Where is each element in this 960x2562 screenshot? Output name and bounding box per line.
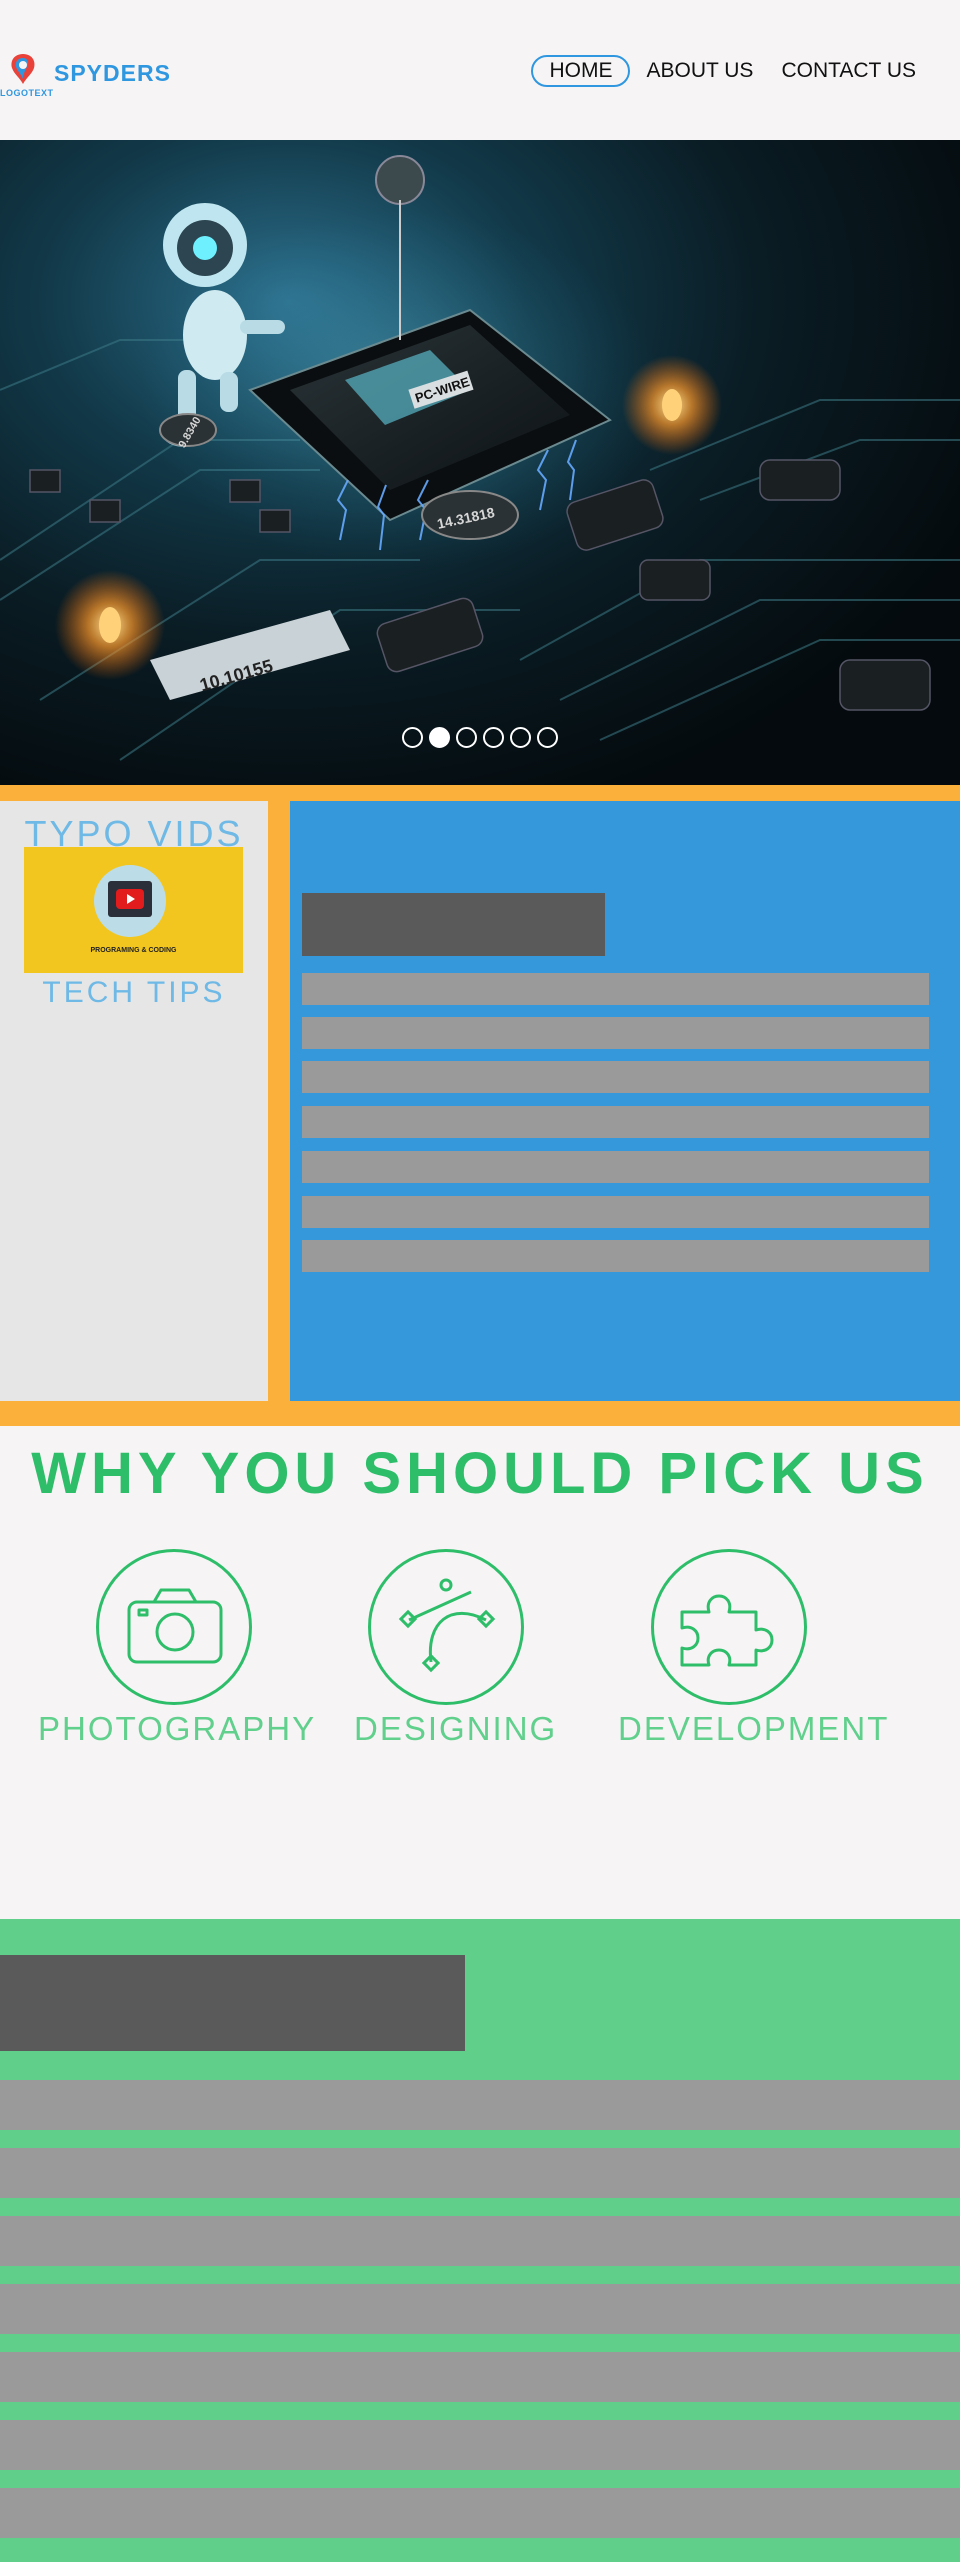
slider-dots (402, 727, 558, 748)
content-section: TYPO VIDS PROGRAMING & CODING TECH TIPS (0, 785, 960, 1426)
logo-text[interactable]: SPYDERS (54, 60, 171, 87)
footer-section (0, 1919, 960, 2562)
placeholder-heading (0, 1955, 465, 2051)
feature-label-designing: DESIGNING (354, 1710, 558, 1747)
video-caption: PROGRAMING & CODING (90, 947, 177, 954)
monitor-icon (108, 881, 152, 917)
slide-dot-4[interactable] (483, 727, 504, 748)
nav-about-us[interactable]: ABOUT US (632, 55, 767, 87)
sidebar: TYPO VIDS PROGRAMING & CODING TECH TIPS (0, 801, 268, 1401)
content-panel (290, 801, 960, 1401)
slide-dot-6[interactable] (537, 727, 558, 748)
why-title: WHY YOU SHOULD PICK US (31, 1441, 929, 1506)
placeholder-line (302, 1196, 929, 1228)
placeholder-heading (302, 893, 605, 956)
placeholder-line (0, 2420, 960, 2470)
logo-icon[interactable] (8, 52, 38, 86)
placeholder-line (0, 2284, 960, 2334)
placeholder-line (0, 2216, 960, 2266)
placeholder-line (302, 1106, 929, 1138)
puzzle-icon (680, 1594, 774, 1667)
video-circle (94, 865, 166, 937)
placeholder-line (302, 1017, 929, 1049)
nav-contact-us[interactable]: CONTACT US (767, 55, 930, 87)
feature-label-photography: PHOTOGRAPHY (38, 1710, 317, 1747)
placeholder-line (0, 2080, 960, 2130)
nav-home[interactable]: HOME (531, 55, 631, 87)
placeholder-line (0, 2148, 960, 2198)
placeholder-line (302, 1151, 929, 1183)
logo-subtext: LOGOTEXT (0, 88, 54, 98)
hero-slider[interactable]: PC-WIRE 14.31818 10.10155 9.8340 (0, 140, 960, 785)
placeholder-line (0, 2488, 960, 2538)
feature-development[interactable] (651, 1549, 807, 1705)
placeholder-line (302, 1061, 929, 1093)
video-thumbnail[interactable]: PROGRAMING & CODING (24, 847, 243, 973)
feature-designing[interactable] (368, 1549, 524, 1705)
placeholder-line (0, 2352, 960, 2402)
slide-dot-5[interactable] (510, 727, 531, 748)
site-header: SPYDERS LOGOTEXT HOME ABOUT US CONTACT U… (0, 0, 960, 140)
play-icon[interactable] (116, 889, 144, 909)
slide-dot-1[interactable] (402, 727, 423, 748)
main-nav: HOME ABOUT US CONTACT US (531, 55, 930, 87)
slide-dot-2[interactable] (429, 727, 450, 748)
hero-image: PC-WIRE 14.31818 10.10155 9.8340 (0, 155, 960, 761)
feature-photography[interactable] (96, 1549, 252, 1705)
slide-dot-3[interactable] (456, 727, 477, 748)
placeholder-line (302, 973, 929, 1005)
sidebar-subtitle: TECH TIPS (42, 976, 226, 1009)
camera-icon (127, 1588, 223, 1664)
bezier-curve-icon (398, 1578, 496, 1673)
placeholder-line (302, 1240, 929, 1272)
feature-label-development: DEVELOPMENT (618, 1710, 890, 1747)
